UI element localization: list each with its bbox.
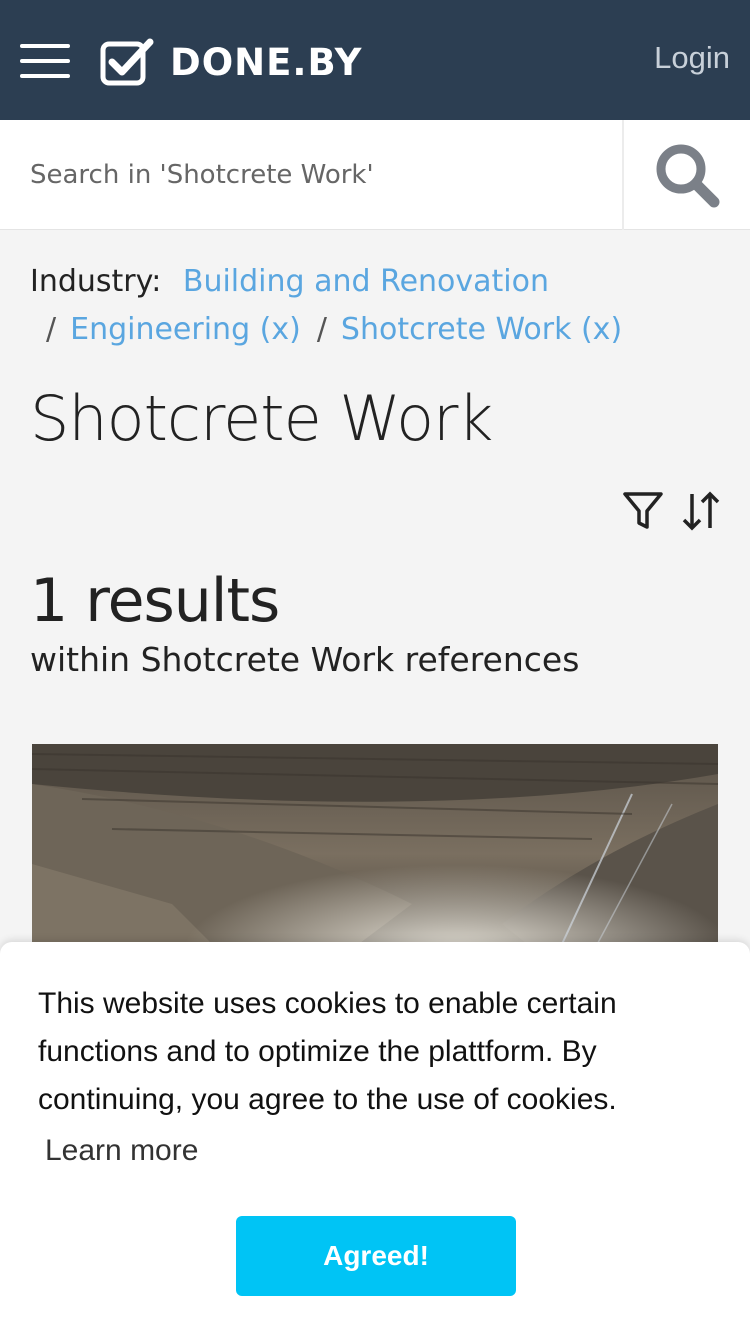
brand-name: DONE.BY <box>170 40 363 84</box>
search-bar <box>0 120 750 230</box>
agree-button[interactable]: Agreed! <box>236 1216 516 1296</box>
breadcrumb-item-shotcrete-work[interactable]: Shotcrete Work (x) <box>341 312 622 347</box>
breadcrumb-separator: / <box>316 312 327 347</box>
search-button[interactable] <box>624 120 750 230</box>
reference-image[interactable] <box>32 744 718 964</box>
breadcrumb: Industry: Building and Renovation / Engin… <box>30 258 720 354</box>
results-subtitle: within Shotcrete Work references <box>30 640 580 679</box>
list-tools <box>622 490 722 532</box>
search-icon <box>656 144 720 208</box>
login-link[interactable]: Login <box>654 40 730 76</box>
sort-icon[interactable] <box>680 490 722 532</box>
menu-icon[interactable] <box>20 44 70 78</box>
top-navigation-bar: DONE.BY Login <box>0 0 750 120</box>
checkbox-logo-icon <box>100 38 154 86</box>
breadcrumb-item-engineering[interactable]: Engineering (x) <box>70 312 301 347</box>
tunnel-photo <box>32 744 718 964</box>
learn-more-link[interactable]: Learn more <box>45 1134 198 1168</box>
breadcrumb-separator: / <box>46 312 57 347</box>
logo[interactable]: DONE.BY <box>100 38 362 86</box>
results-count: 1 results <box>30 566 280 636</box>
filter-icon[interactable] <box>622 490 664 532</box>
breadcrumb-item-building-renovation[interactable]: Building and Renovation <box>183 264 549 299</box>
search-input[interactable] <box>0 120 622 230</box>
breadcrumb-label: Industry: <box>30 264 162 299</box>
page-title: Shotcrete Work <box>30 382 493 455</box>
cookie-message: This website uses cookies to enable cert… <box>38 987 617 1116</box>
